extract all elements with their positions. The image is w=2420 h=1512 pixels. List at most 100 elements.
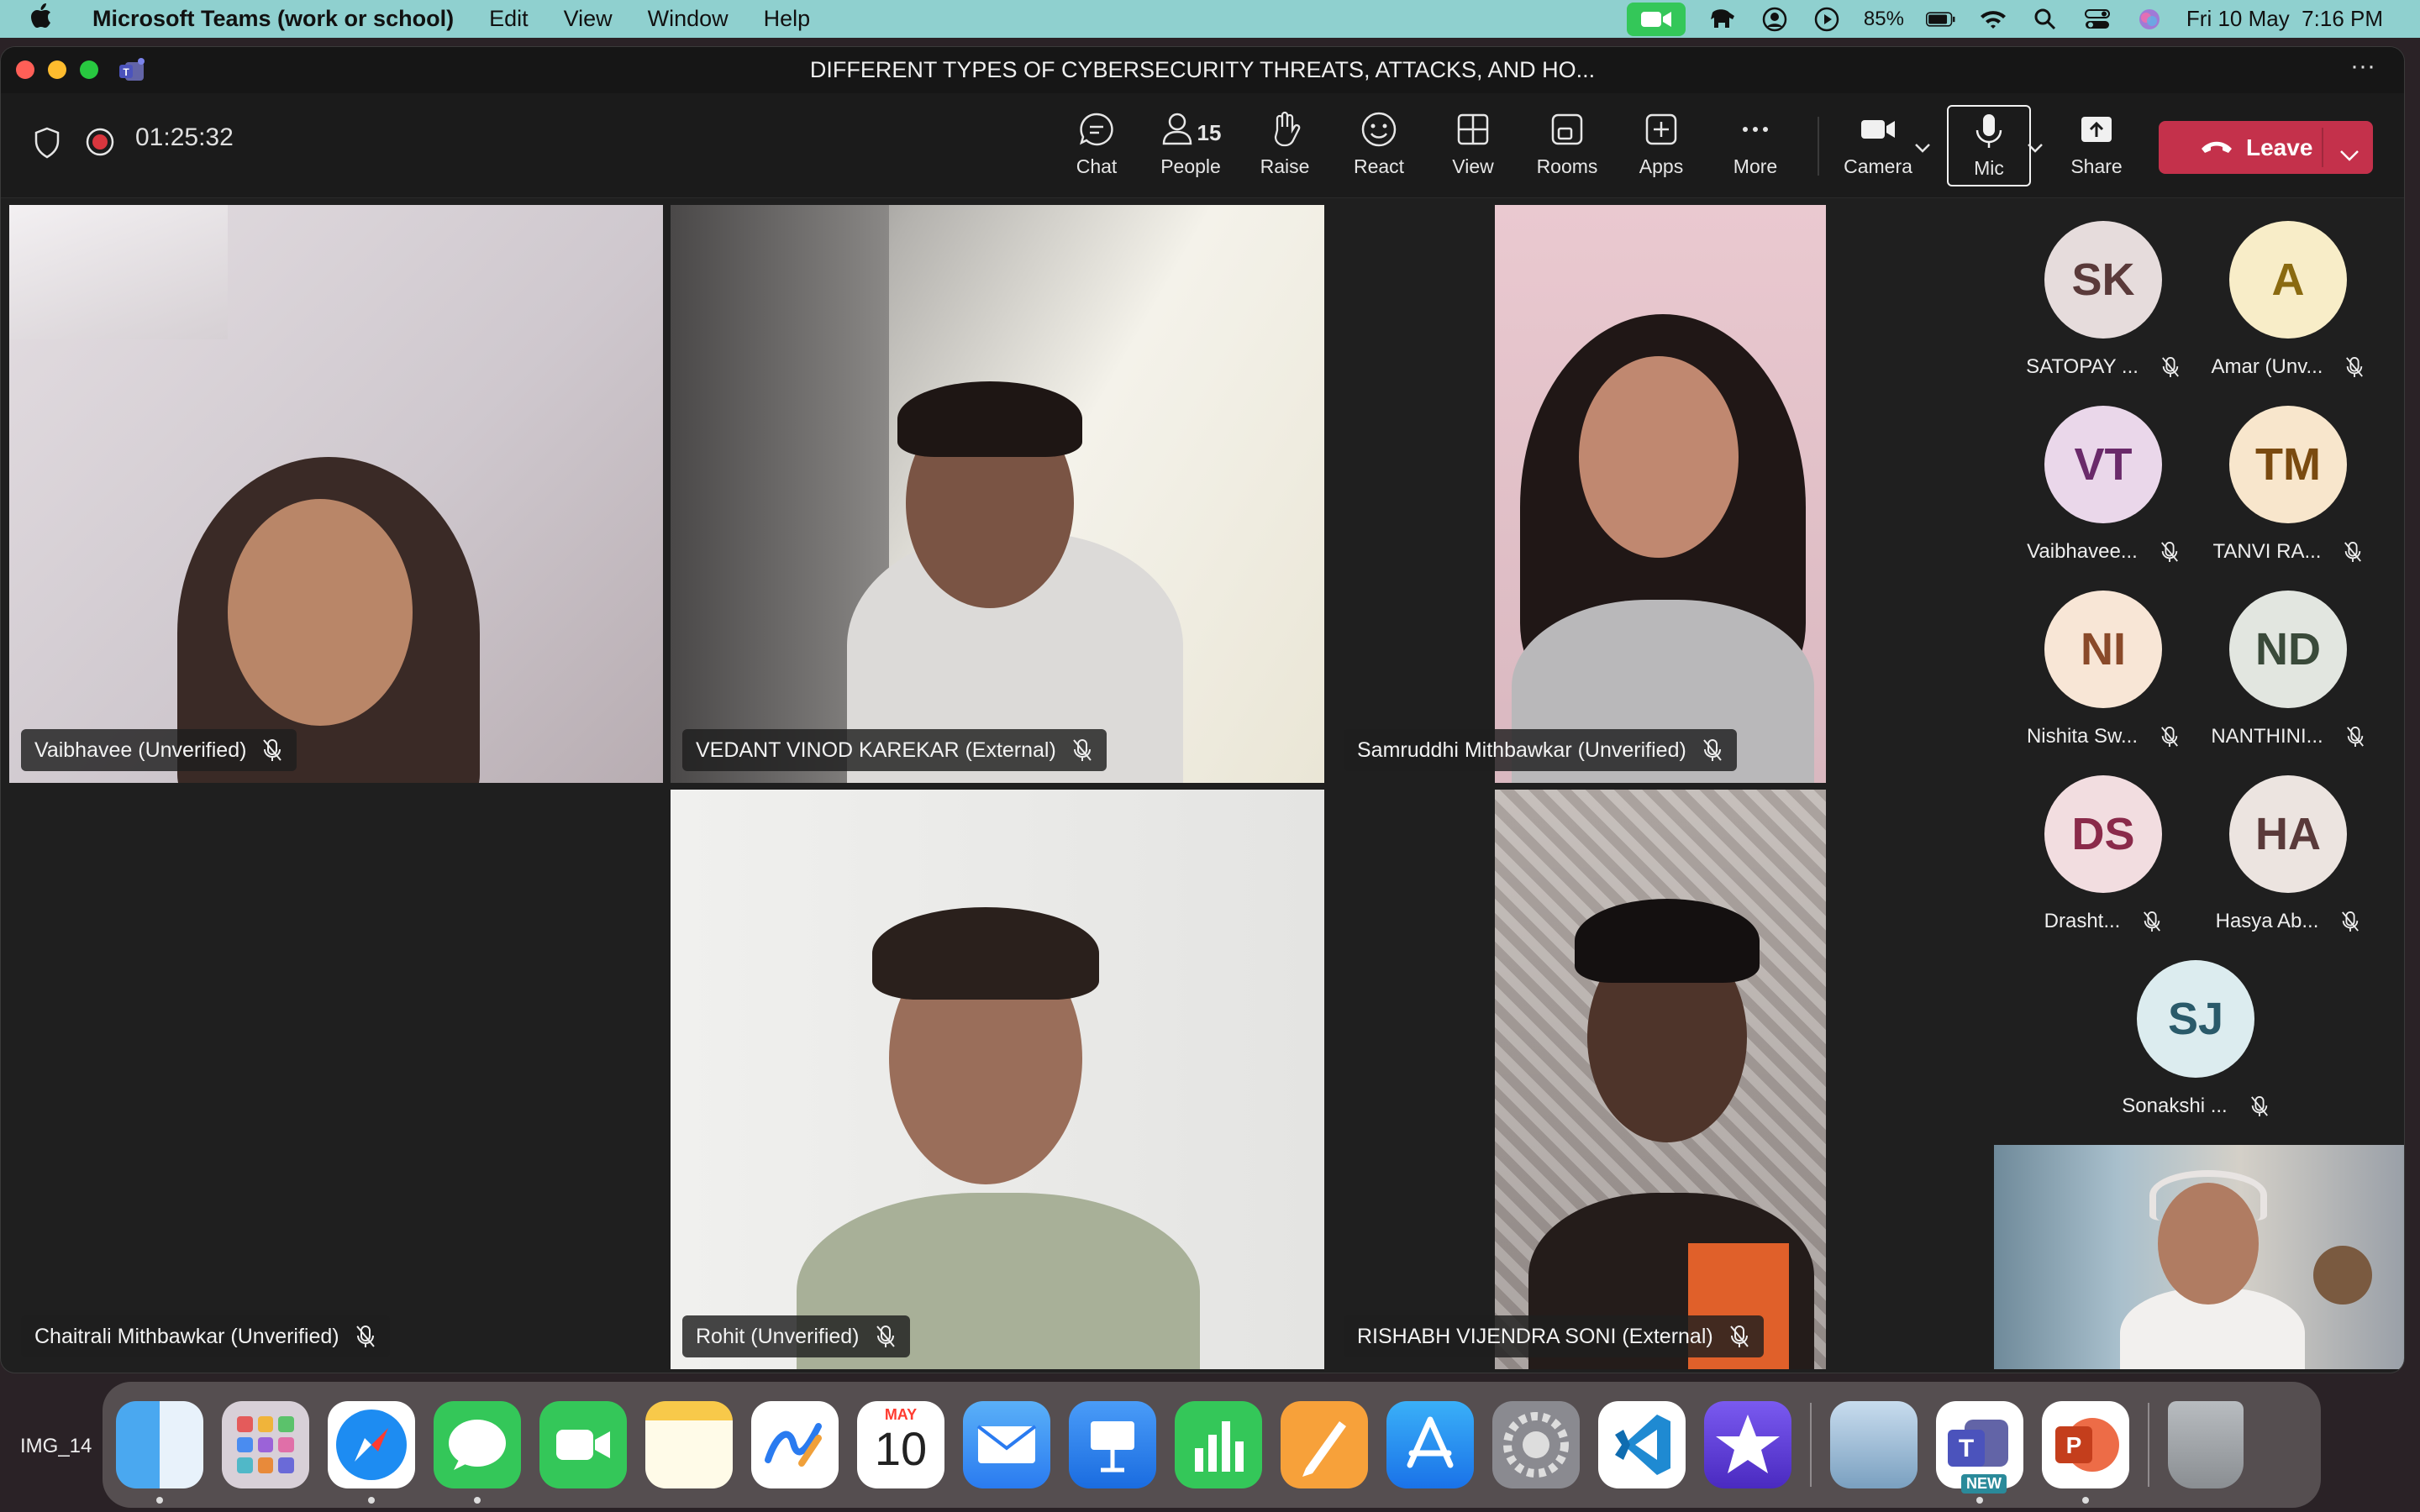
mic-muted-icon	[2346, 357, 2364, 377]
participant-name: Hasya Ab...	[2215, 910, 2319, 932]
preview-icon[interactable]	[1830, 1401, 1918, 1488]
recording-indicator-icon	[85, 127, 115, 161]
people-button[interactable]: 15 People	[1149, 110, 1233, 186]
people-count: 15	[1197, 119, 1222, 145]
roster-participant[interactable]: SK SATOPAY ...	[2011, 221, 2196, 379]
calendar-day: 10	[874, 1422, 928, 1475]
participant-name: Drasht...	[2044, 910, 2121, 932]
title-bar: T DIFFERENT TYPES OF CYBERSECURITY THREA…	[1, 47, 2404, 93]
roster-participant[interactable]: ND NANTHINI...	[2196, 591, 2381, 748]
mic-button[interactable]: Mic	[1947, 105, 2031, 186]
finder-icon[interactable]	[116, 1401, 203, 1504]
participant-name: Amar (Unv...	[2211, 355, 2323, 378]
mic-options-chevron-icon[interactable]	[2026, 142, 2044, 158]
participant-face	[228, 499, 413, 726]
app-name-menu[interactable]: Microsoft Teams (work or school)	[92, 6, 454, 32]
video-tile-samruddhi[interactable]: Samruddhi Mithbawkar (Unverified)	[1332, 205, 1986, 783]
battery-icon[interactable]	[1925, 6, 1956, 33]
roster-name-row: SATOPAY ...	[2011, 355, 2196, 379]
chat-icon	[1080, 113, 1113, 146]
video-tile-rohit[interactable]: Rohit (Unverified)	[671, 790, 1324, 1369]
menu-window[interactable]: Window	[648, 6, 729, 32]
control-center-icon[interactable]	[2082, 6, 2112, 33]
desktop-file-label[interactable]: IMG_14	[20, 1435, 92, 1458]
view-button[interactable]: View	[1431, 110, 1515, 186]
imovie-icon[interactable]	[1704, 1401, 1791, 1488]
battery-percent: 85%	[1863, 7, 1904, 30]
vscode-icon[interactable]	[1598, 1401, 1686, 1488]
macos-menu-bar: Microsoft Teams (work or school) Edit Vi…	[0, 0, 2420, 38]
roster-participant[interactable]: NI Nishita Sw...	[2011, 591, 2196, 748]
safari-icon[interactable]	[328, 1401, 415, 1504]
siri-icon[interactable]	[2134, 6, 2165, 33]
elephant-icon[interactable]	[1707, 6, 1738, 33]
more-button[interactable]: More	[1713, 110, 1797, 186]
roster-participant[interactable]: DS Drasht...	[2011, 775, 2196, 933]
video-tile-rishabh[interactable]: RISHABH VIJENDRA SONI (External)	[1332, 790, 1986, 1369]
chat-button[interactable]: Chat	[1055, 110, 1139, 186]
freeform-icon[interactable]	[751, 1401, 839, 1488]
roster-name-row: TANVI RA...	[2196, 540, 2381, 564]
share-button[interactable]: Share	[2054, 110, 2139, 186]
apps-label: Apps	[1639, 155, 1684, 177]
spotlight-search-icon[interactable]	[2030, 6, 2060, 33]
facetime-icon[interactable]	[539, 1401, 627, 1488]
video-tile-vaibhavee[interactable]: Vaibhavee (Unverified)	[9, 205, 663, 783]
user-account-icon[interactable]	[1760, 6, 1790, 33]
mail-icon[interactable]	[963, 1401, 1050, 1488]
powerpoint-icon[interactable]: P	[2042, 1401, 2129, 1504]
menu-help[interactable]: Help	[764, 6, 811, 32]
participant-name: Nishita Sw...	[2026, 725, 2139, 748]
pages-icon[interactable]	[1281, 1401, 1368, 1488]
participant-name-tag: VEDANT VINOD KAREKAR (External)	[682, 729, 1107, 771]
apps-button[interactable]: Apps	[1619, 110, 1703, 186]
shield-icon[interactable]	[33, 127, 61, 163]
menu-view[interactable]: View	[564, 6, 613, 32]
react-button[interactable]: React	[1337, 110, 1421, 186]
menubar-clock[interactable]: Fri 10 May 7:16 PM	[2186, 6, 2383, 32]
toolbar-divider	[1818, 117, 1819, 176]
participant-avatar: SJ	[2137, 960, 2254, 1078]
teams-dock-icon[interactable]: T NEW	[1936, 1401, 2023, 1504]
roster-participant[interactable]: SJ Sonakshi ...	[2103, 960, 2288, 1118]
camera-button[interactable]: Camera	[1836, 110, 1920, 186]
roster-participant[interactable]: A Amar (Unv...	[2196, 221, 2381, 379]
leave-divider	[2322, 128, 2323, 167]
share-label: Share	[2070, 155, 2123, 177]
numbers-icon[interactable]	[1175, 1401, 1262, 1488]
keynote-icon[interactable]	[1069, 1401, 1156, 1488]
view-label: View	[1452, 155, 1494, 177]
new-badge: NEW	[1961, 1474, 2007, 1494]
people-icon	[1162, 113, 1192, 145]
leave-button[interactable]: Leave	[2159, 121, 2373, 174]
play-icon[interactable]	[1812, 6, 1842, 33]
title-more-icon[interactable]: ···	[2350, 52, 2375, 81]
roster-participant[interactable]: VT Vaibhavee...	[2011, 406, 2196, 564]
roster-participant[interactable]: HA Hasya Ab...	[2196, 775, 2381, 933]
messages-icon[interactable]	[434, 1401, 521, 1504]
rooms-button[interactable]: Rooms	[1525, 110, 1609, 186]
leave-options-chevron-icon[interactable]	[2338, 141, 2360, 168]
participant-avatar: SK	[2044, 221, 2162, 339]
launchpad-icon[interactable]	[222, 1401, 309, 1488]
raise-hand-button[interactable]: Raise	[1243, 110, 1327, 186]
video-tile-vedant[interactable]: VEDANT VINOD KAREKAR (External)	[671, 205, 1324, 783]
system-settings-icon[interactable]	[1492, 1401, 1580, 1488]
participant-name-tag: Chaitrali Mithbawkar (Unverified)	[21, 1315, 390, 1357]
wifi-icon[interactable]	[1978, 6, 2008, 33]
apple-menu-icon[interactable]	[30, 3, 64, 35]
chat-label: Chat	[1076, 155, 1118, 177]
camera-label: Camera	[1844, 155, 1912, 177]
calendar-icon[interactable]: MAY 10	[857, 1401, 944, 1488]
video-status-icon[interactable]	[1626, 2, 1686, 36]
self-view-video[interactable]	[1994, 1145, 2404, 1369]
meeting-timer: 01:25:32	[135, 123, 234, 151]
camera-options-chevron-icon[interactable]	[1913, 142, 1932, 158]
trash-icon[interactable]	[2168, 1401, 2244, 1488]
roster-participant[interactable]: TM TANVI RA...	[2196, 406, 2381, 564]
participant-avatar: TM	[2229, 406, 2347, 523]
app-store-icon[interactable]	[1386, 1401, 1474, 1488]
menu-edit[interactable]: Edit	[489, 6, 529, 32]
notes-icon[interactable]	[645, 1401, 733, 1488]
video-tile-chaitrali[interactable]: Chaitrali Mithbawkar (Unverified)	[9, 790, 663, 1369]
